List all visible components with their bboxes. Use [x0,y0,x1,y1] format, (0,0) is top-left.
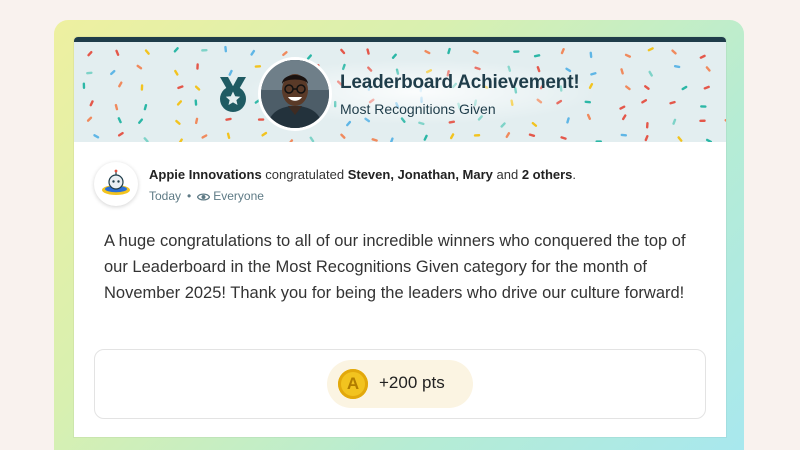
company-avatar[interactable] [94,162,138,206]
eye-icon [196,193,211,201]
post-meta: Today • Everyone [149,189,264,203]
points-label: +200 pts [379,373,445,392]
meta-separator: • [187,189,192,203]
post-time[interactable]: Today [149,189,181,203]
author-link[interactable]: Appie Innovations [149,167,262,182]
banner-title: Leaderboard Achievement! [340,72,580,93]
medal-icon [220,77,246,112]
post-message: A huge congratulations to all of our inc… [104,232,686,302]
company-logo-icon [102,169,130,195]
points-pill: A +200 pts [327,360,473,408]
post-and: and [492,167,522,182]
post-verb: congratulated [261,167,348,182]
post-card: Leaderboard Achievement! Most Recognitio… [74,37,726,437]
winner-avatar [261,60,329,128]
others-link[interactable]: 2 others [522,167,573,182]
points-container: A +200 pts [94,349,706,419]
coin-icon: A [338,369,368,399]
post-period: . [572,167,577,182]
visibility-label[interactable]: Everyone [213,189,264,203]
achievement-banner: Leaderboard Achievement! Most Recognitio… [74,42,726,142]
banner-subtitle: Most Recognitions Given [340,101,496,117]
recipients-link[interactable]: Steven, Jonathan, Mary [348,167,493,182]
post-header: Appie Innovations congratulated Steven, … [149,167,576,182]
